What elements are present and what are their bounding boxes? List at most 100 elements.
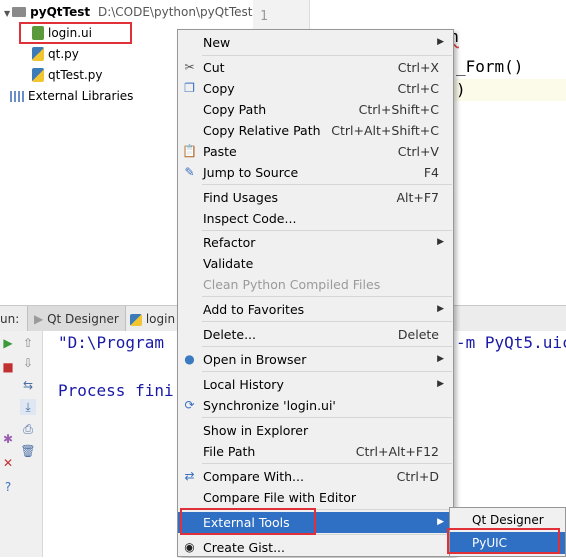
menu-label: Show in Explorer [203, 423, 309, 438]
tab-label: Qt Designer [47, 312, 119, 326]
menu-separator [202, 296, 452, 297]
library-icon [10, 91, 24, 102]
menu-item-copy-path[interactable]: Copy Path Ctrl+Shift+C [178, 99, 453, 120]
menu-item-add-to-favorites[interactable]: Add to Favorites ▶ [178, 299, 453, 320]
menu-item-copy[interactable]: ❐ Copy Ctrl+C [178, 78, 453, 99]
trash-icon[interactable]: 🗑 [20, 443, 36, 459]
menu-separator [202, 230, 452, 231]
menu-item-open-in-browser[interactable]: ● Open in Browser ▶ [178, 349, 453, 370]
wrap-icon[interactable]: ⇆ [20, 377, 36, 393]
menu-item-local-history[interactable]: Local History ▶ [178, 374, 453, 395]
tab-qt-designer[interactable]: ▶ Qt Designer [27, 306, 126, 332]
menu-item-copy-relative-path[interactable]: Copy Relative Path Ctrl+Alt+Shift+C [178, 120, 453, 141]
menu-label: Validate [203, 256, 254, 271]
submenu-arrow-icon: ▶ [437, 517, 444, 527]
menu-label: Copy Relative Path [203, 123, 321, 138]
tree-file-qt-py[interactable]: qt.py [32, 44, 79, 64]
menu-item-find-usages[interactable]: Find Usages Alt+F7 [178, 187, 453, 208]
menu-separator [202, 463, 452, 464]
menu-item-create-gist[interactable]: ◉ Create Gist... [178, 537, 453, 558]
menu-item-delete[interactable]: Delete... Delete [178, 324, 453, 345]
menu-separator [202, 417, 452, 418]
menu-item-synchronize[interactable]: ⟳ Synchronize 'login.ui' [178, 395, 453, 416]
scissors-icon: ✂ [184, 60, 195, 74]
menu-label: Local History [203, 377, 284, 392]
menu-shortcut: Ctrl+Alt+Shift+C [331, 123, 439, 138]
line-number: 1 [260, 9, 268, 24]
file-label: qt.py [48, 47, 79, 61]
menu-shortcut: Delete [397, 327, 439, 342]
menu-label: New [203, 35, 231, 50]
github-icon: ◉ [184, 540, 195, 554]
menu-label: Copy [203, 81, 235, 96]
root-path: D:\CODE\python\pyQtTest [97, 5, 253, 19]
play-icon: ▶ [34, 312, 44, 326]
up-arrow-icon[interactable]: ⇧ [20, 335, 36, 351]
code-line-2: _Form() [456, 57, 524, 76]
menu-label: Open in Browser [203, 352, 307, 367]
console-line-1-tail: -m PyQt5.uic [456, 333, 566, 352]
menu-item-compare-file-with-editor[interactable]: Compare File with Editor [178, 487, 453, 508]
down-arrow-icon[interactable]: ⇩ [20, 355, 36, 371]
console-line-2: Process fini [58, 381, 174, 400]
menu-label: Find Usages [203, 190, 279, 205]
external-label: External Libraries [28, 89, 134, 103]
menu-label: Jump to Source [203, 165, 299, 180]
paste-icon: 📋 [182, 144, 197, 158]
menu-item-inspect-code[interactable]: Inspect Code... [178, 208, 453, 229]
rerun-icon[interactable]: ▶ [0, 335, 16, 351]
close-icon[interactable]: ✕ [0, 455, 16, 471]
root-name: pyQtTest [30, 5, 91, 19]
menu-item-paste[interactable]: 📋 Paste Ctrl+V [178, 141, 453, 162]
menu-separator [202, 184, 452, 185]
menu-label: File Path [203, 444, 256, 459]
menu-label: Compare File with Editor [203, 490, 357, 505]
menu-label: Create Gist... [203, 540, 286, 555]
scroll-end-icon[interactable]: ⤓ [20, 399, 36, 415]
tab-login[interactable]: login [124, 306, 181, 332]
tab-label: login [145, 312, 176, 326]
menu-separator [202, 346, 452, 347]
menu-item-cut[interactable]: ✂ Cut Ctrl+X [178, 57, 453, 78]
settings-icon[interactable]: ✱ [0, 431, 16, 447]
menu-separator [202, 321, 452, 322]
tree-external-libraries[interactable]: External Libraries [10, 86, 133, 106]
menu-label: Clean Python Compiled Files [203, 277, 381, 292]
tree-file-qttest-py[interactable]: qtTest.py [32, 65, 103, 85]
globe-icon: ● [184, 352, 195, 366]
menu-item-refactor[interactable]: Refactor ▶ [178, 232, 453, 253]
menu-shortcut: Ctrl+C [397, 81, 439, 96]
submenu-arrow-icon: ▶ [437, 237, 444, 247]
menu-item-jump-to-source[interactable]: ✎ Jump to Source F4 [178, 162, 453, 183]
console-toolbar: ▶ ■ ⇧ ⇩ ⇆ ⤓ ⎙ 🗑 ✱ ✕ ? [0, 331, 43, 557]
copy-icon: ❐ [184, 81, 195, 95]
menu-shortcut: Ctrl+V [397, 144, 439, 159]
stop-icon[interactable]: ■ [0, 359, 16, 375]
menu-item-clean-compiled: Clean Python Compiled Files [178, 274, 453, 295]
menu-shortcut: Ctrl+X [397, 60, 439, 75]
console-line-1: "D:\Program [58, 333, 164, 352]
menu-item-validate[interactable]: Validate [178, 253, 453, 274]
print-icon[interactable]: ⎙ [20, 421, 36, 437]
expand-arrow-icon[interactable]: ▼ [4, 9, 10, 18]
menu-label: Refactor [203, 235, 256, 250]
help-icon[interactable]: ? [0, 479, 16, 495]
menu-item-show-in-explorer[interactable]: Show in Explorer [178, 420, 453, 441]
menu-shortcut: Ctrl+Shift+C [358, 102, 439, 117]
menu-item-new[interactable]: New ▶ [178, 32, 453, 53]
submenu-arrow-icon: ▶ [437, 37, 444, 47]
menu-label: Inspect Code... [203, 211, 297, 226]
menu-item-compare-with[interactable]: ⇄ Compare With... Ctrl+D [178, 466, 453, 487]
code-line-3: ) [456, 80, 466, 99]
tree-root[interactable]: ▼ pyQtTest D:\CODE\python\pyQtTest [4, 2, 253, 22]
menu-shortcut: F4 [423, 165, 439, 180]
menu-shortcut: Ctrl+Alt+F12 [355, 444, 439, 459]
annotation-external-tools [180, 508, 316, 535]
menu-shortcut: Alt+F7 [396, 190, 439, 205]
current-line-highlight [454, 79, 566, 101]
menu-item-file-path[interactable]: File Path Ctrl+Alt+F12 [178, 441, 453, 462]
python-file-icon [32, 46, 44, 61]
run-label: un: [0, 312, 20, 326]
annotation-login-ui [19, 22, 132, 44]
menu-label: Synchronize 'login.ui' [203, 398, 336, 413]
